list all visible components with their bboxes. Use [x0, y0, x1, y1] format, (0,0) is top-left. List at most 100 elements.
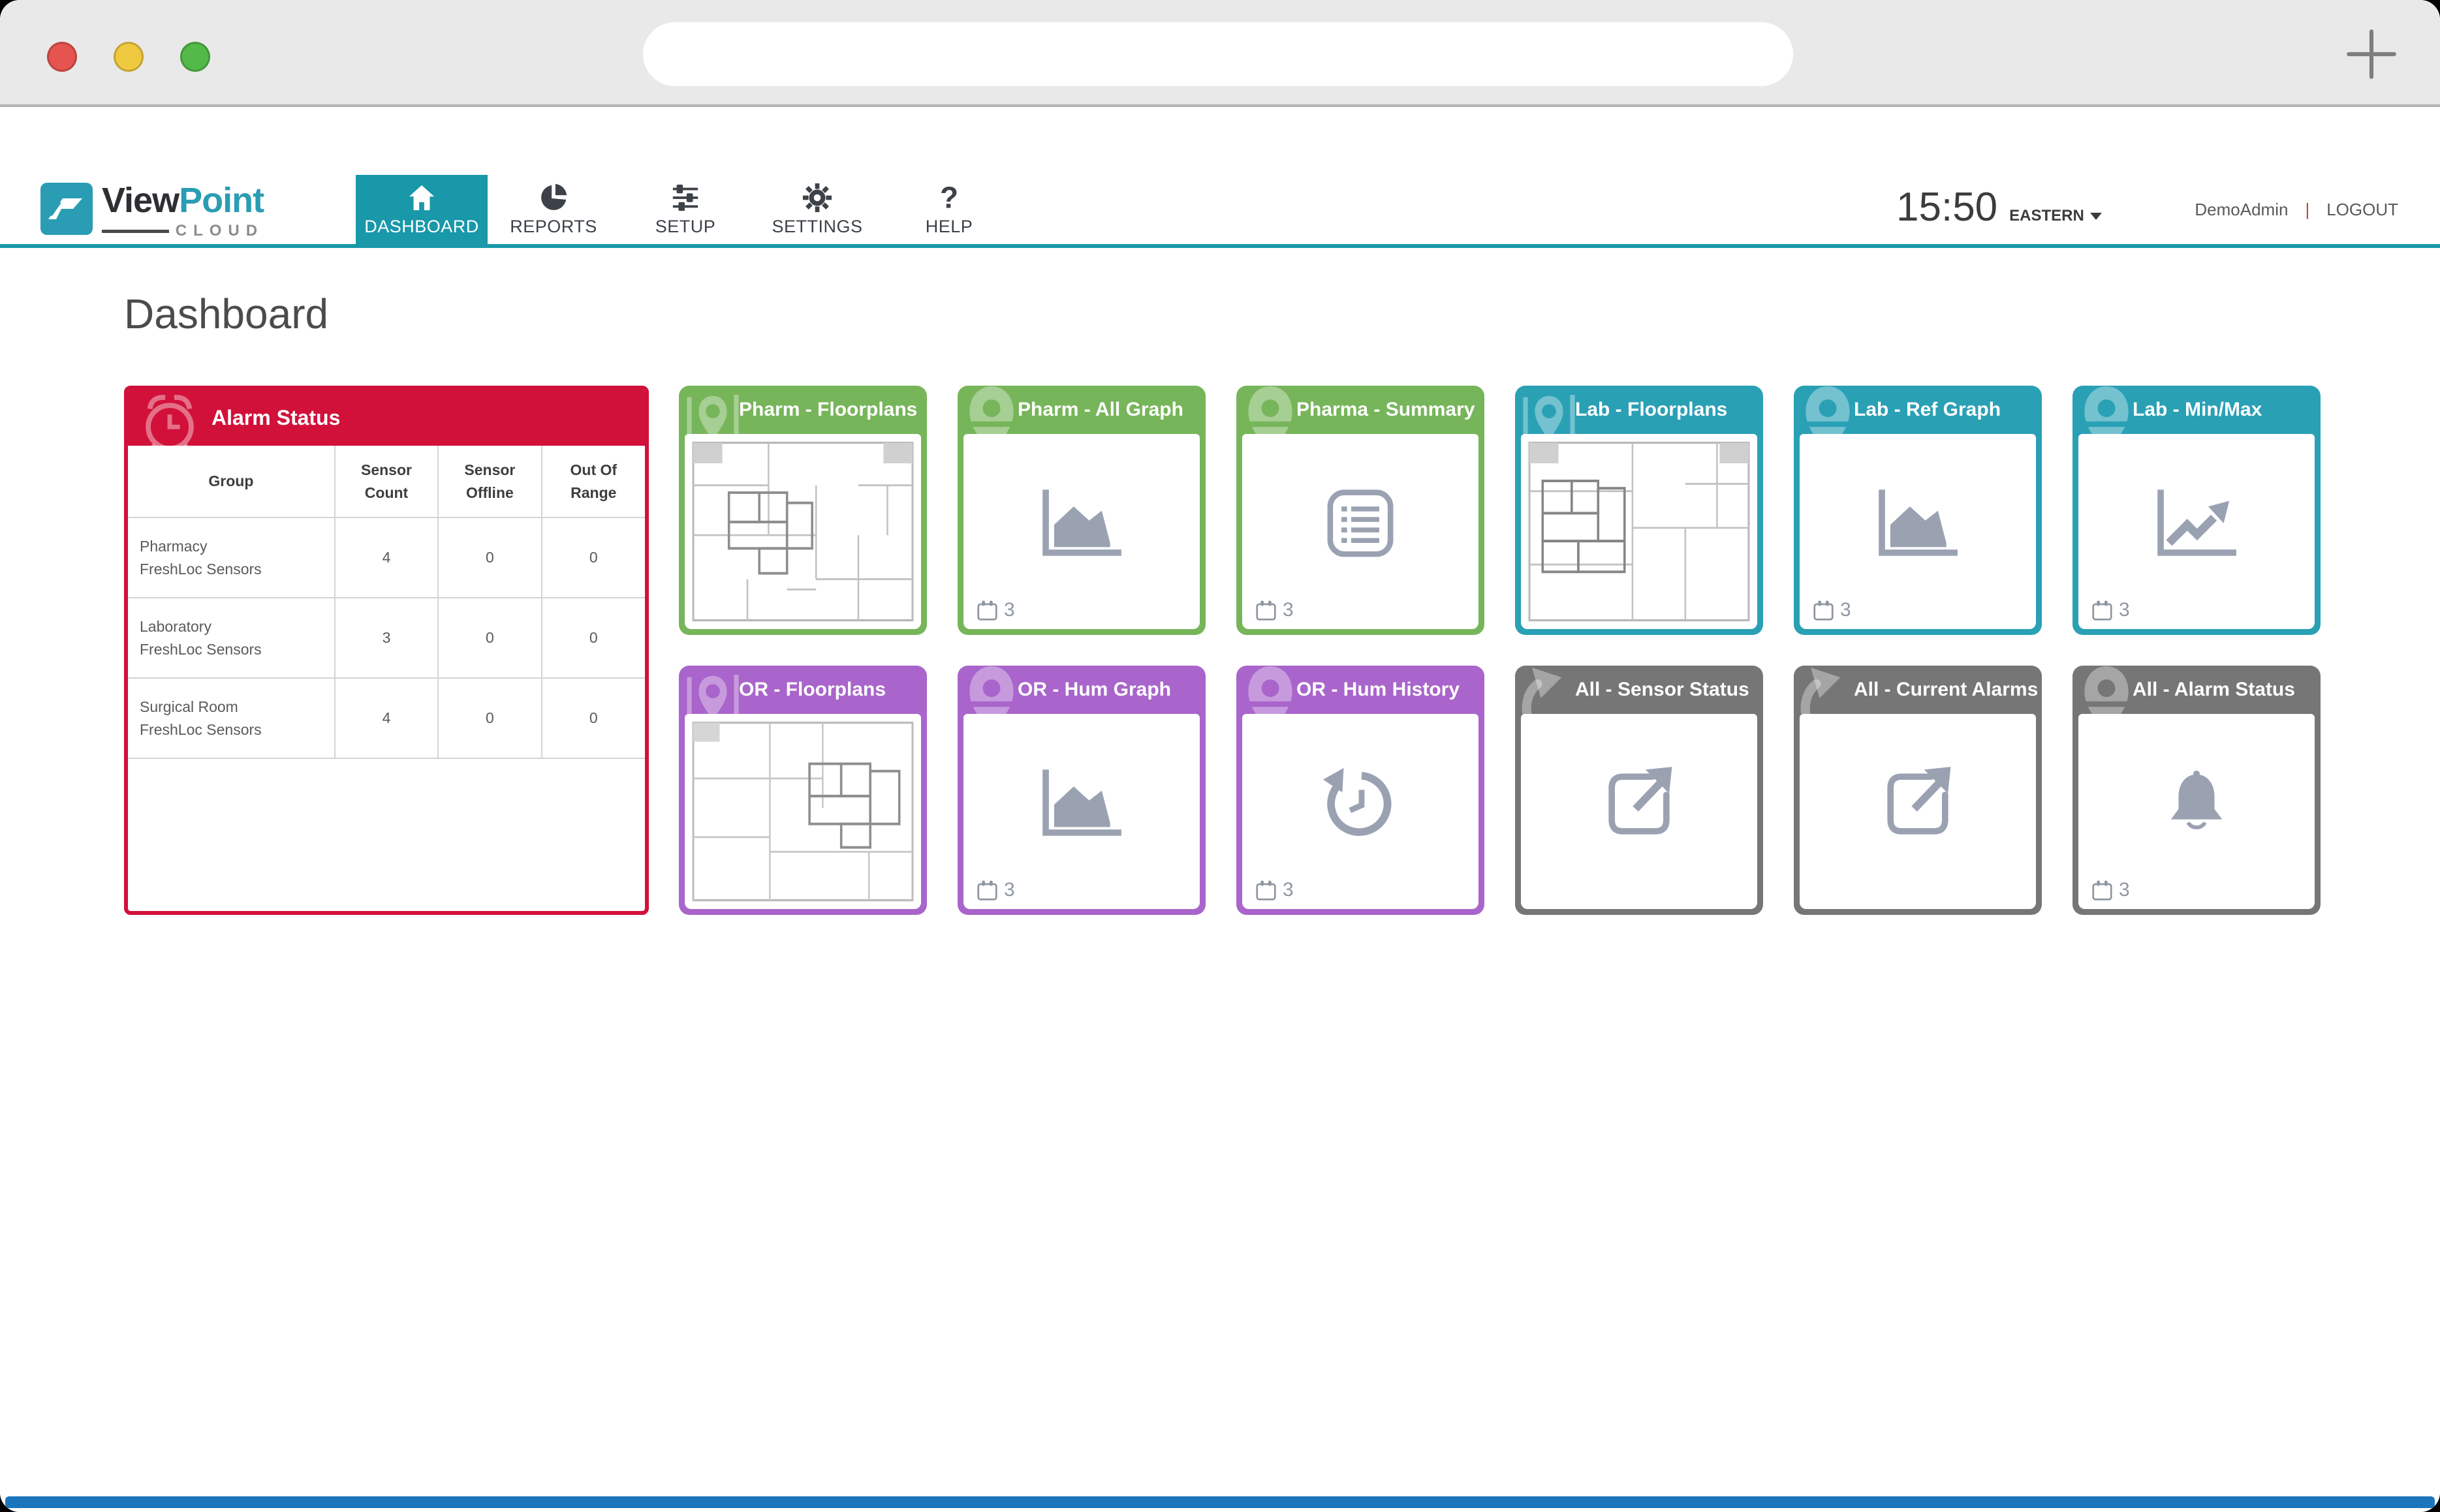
sensor-count-cell: 4 — [335, 517, 438, 598]
alarm-status-widget[interactable]: Alarm Status Group Sensor Count Sensor O… — [124, 386, 649, 915]
calendar-range: 3 — [2091, 879, 2130, 901]
tile-body: 3 — [1242, 714, 1478, 909]
window-zoom-button[interactable] — [180, 42, 210, 72]
tile-lab-floorplans[interactable]: Lab - Floorplans — [1515, 386, 1763, 635]
calendar-range: 3 — [1255, 599, 1294, 621]
nav-item-label: DASHBOARD — [364, 217, 479, 237]
calendar-days-value: 3 — [2119, 599, 2130, 621]
tile-body: 3 — [963, 714, 1200, 909]
nav-item-help[interactable]: HELP — [883, 175, 1015, 244]
user-menu: DemoAdmin | LOGOUT — [2195, 200, 2398, 220]
alarm-clock-icon — [136, 390, 204, 446]
calendar-range: 3 — [1813, 599, 1851, 621]
calendar-icon — [977, 880, 998, 901]
pin-icon — [2076, 386, 2136, 434]
calendar-icon — [2091, 880, 2113, 901]
alarm-status-header: Alarm Status — [128, 390, 645, 446]
home-icon — [407, 183, 437, 213]
window-minimize-button[interactable] — [114, 42, 144, 72]
tile-title: All - Alarm Status — [2133, 679, 2295, 701]
brand-primary: View — [102, 181, 179, 220]
tile-header: All - Current Alarms — [1794, 666, 2042, 714]
footer-bar — [5, 1496, 2435, 1508]
clock: 15:50 EASTERN — [1896, 184, 2102, 230]
browser-window: ViewPoint CLOUD DASHBOARD REPORTS SETUP … — [0, 0, 2440, 1512]
floorplan-thumbnail — [691, 720, 915, 903]
column-header-out-of-range: Out Of Range — [542, 446, 645, 517]
tile-or-hum-history[interactable]: OR - Hum History 3 — [1236, 666, 1484, 915]
tile-all-current-alarms[interactable]: All - Current Alarms — [1794, 666, 2042, 915]
tile-header: Lab - Ref Graph — [1794, 386, 2042, 434]
help-icon — [934, 183, 964, 213]
column-header-sensor-offline: Sensor Offline — [438, 446, 541, 517]
tile-body: 3 — [2078, 434, 2315, 629]
external-link-icon — [1879, 765, 1956, 842]
sensor-offline-cell: 0 — [438, 678, 541, 758]
nav-item-reports[interactable]: REPORTS — [488, 175, 619, 244]
sensor-offline-cell: 0 — [438, 517, 541, 598]
external-link-icon — [1601, 765, 1678, 842]
tile-pharm-floorplans[interactable]: Pharm - Floorplans — [679, 386, 927, 635]
calendar-icon — [1813, 600, 1834, 621]
calendar-range: 3 — [1255, 879, 1294, 901]
nav-item-label: SETUP — [655, 217, 716, 237]
tile-header: All - Alarm Status — [2072, 666, 2321, 714]
nav-item-label: SETTINGS — [772, 217, 862, 237]
table-row: Surgical Room FreshLoc Sensors 4 0 0 — [128, 678, 645, 758]
floorplan-thumbnail — [691, 440, 915, 623]
area-chart-icon — [1036, 486, 1127, 563]
out-of-range-cell: 0 — [542, 678, 645, 758]
gear-icon — [802, 183, 832, 213]
map-icon — [1519, 386, 1579, 434]
address-bar[interactable] — [643, 22, 1793, 86]
tile-or-hum-graph[interactable]: OR - Hum Graph 3 — [958, 666, 1206, 915]
nav-item-dashboard[interactable]: DASHBOARD — [356, 175, 488, 244]
user-menu-separator: | — [2305, 200, 2309, 220]
column-header-sensor-count: Sensor Count — [335, 446, 438, 517]
window-controls — [47, 42, 210, 72]
calendar-days-value: 3 — [1004, 879, 1015, 901]
bell-icon — [2158, 765, 2235, 842]
nav-item-setup[interactable]: SETUP — [619, 175, 751, 244]
tile-title: Pharm - All Graph — [1018, 399, 1183, 421]
tile-title: OR - Hum Graph — [1018, 679, 1171, 701]
viewpoint-logo[interactable]: ViewPoint CLOUD — [40, 183, 264, 240]
tile-lab-min-max[interactable]: Lab - Min/Max 3 — [2072, 386, 2321, 635]
main-nav: DASHBOARD REPORTS SETUP SETTINGS HELP — [356, 175, 1015, 244]
new-tab-icon[interactable] — [2343, 26, 2400, 82]
pin-icon — [962, 386, 1022, 434]
pin-icon — [962, 666, 1022, 714]
tile-title: OR - Hum History — [1296, 679, 1460, 701]
tile-header: Pharm - All Graph — [958, 386, 1206, 434]
nav-item-settings[interactable]: SETTINGS — [751, 175, 883, 244]
calendar-range: 3 — [977, 599, 1015, 621]
sensor-offline-cell: 0 — [438, 598, 541, 678]
tile-header: Pharma - Summary — [1236, 386, 1484, 434]
window-close-button[interactable] — [47, 42, 77, 72]
tile-all-sensor-status[interactable]: All - Sensor Status — [1515, 666, 1763, 915]
tile-title: All - Current Alarms — [1854, 679, 2038, 701]
timezone-dropdown[interactable]: EASTERN — [2009, 207, 2102, 225]
tile-body — [685, 714, 921, 909]
nav-item-label: HELP — [926, 217, 973, 237]
tile-pharma-summary[interactable]: Pharma - Summary 3 — [1236, 386, 1484, 635]
brand-sub: CLOUD — [176, 222, 264, 240]
calendar-days-value: 3 — [1283, 879, 1294, 901]
column-header-group: Group — [128, 446, 335, 517]
calendar-range: 3 — [2091, 599, 2130, 621]
tile-lab-ref-graph[interactable]: Lab - Ref Graph 3 — [1794, 386, 2042, 635]
sliders-icon — [670, 183, 700, 213]
tile-all-alarm-status[interactable]: All - Alarm Status 3 — [2072, 666, 2321, 915]
tile-pharm-all-graph[interactable]: Pharm - All Graph 3 — [958, 386, 1206, 635]
trend-up-icon — [2151, 486, 2242, 563]
out-of-range-cell: 0 — [542, 517, 645, 598]
floorplan-thumbnail — [1527, 440, 1751, 623]
logout-link[interactable]: LOGOUT — [2326, 200, 2398, 220]
tile-or-floorplans[interactable]: OR - Floorplans — [679, 666, 927, 915]
tile-header: All - Sensor Status — [1515, 666, 1763, 714]
calendar-days-value: 3 — [1004, 599, 1015, 621]
pin-icon — [1240, 386, 1300, 434]
tile-title: Lab - Floorplans — [1575, 399, 1727, 421]
group-cell: Pharmacy FreshLoc Sensors — [128, 517, 335, 598]
user-name-link[interactable]: DemoAdmin — [2195, 200, 2288, 220]
